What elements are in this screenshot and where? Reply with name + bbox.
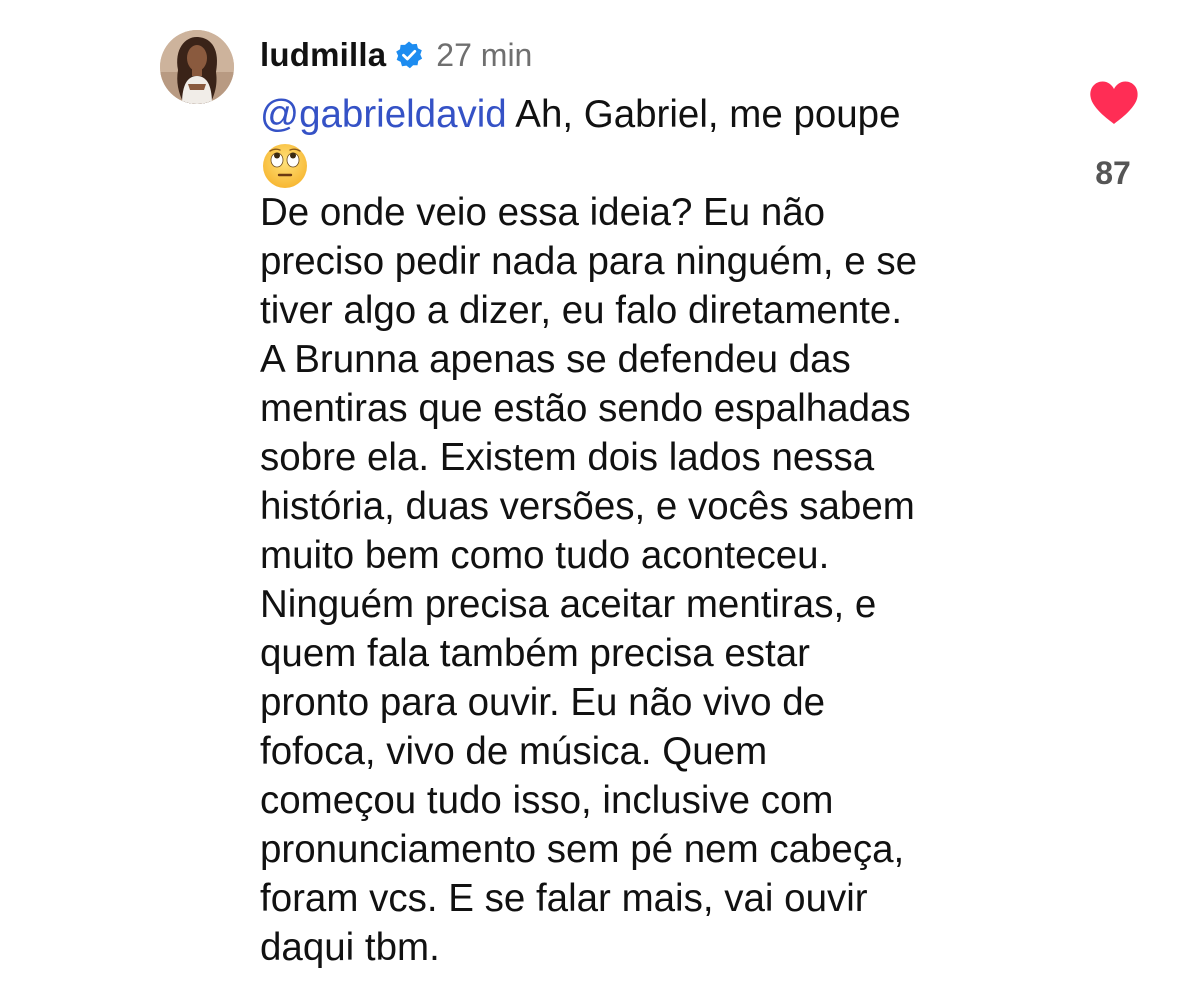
comment-text-line: tiver algo a dizer, eu falo diretamente. bbox=[260, 289, 903, 332]
comment-text-line: muito bem como tudo aconteceu. bbox=[260, 534, 830, 577]
comment-text-line: fofoca, vivo de música. Quem bbox=[260, 730, 768, 773]
comment-text-line: daqui tbm. bbox=[260, 926, 440, 969]
comment-text-line: preciso pedir nada para ninguém, e se bbox=[260, 240, 918, 283]
comment-text-line: sobre ela. Existem dois lados nessa bbox=[260, 436, 875, 479]
comment-header: ludmilla 27 min bbox=[260, 33, 532, 77]
emoji-line bbox=[260, 139, 1050, 188]
timestamp: 27 min bbox=[436, 36, 533, 73]
comment-text: @gabrieldavid Ah, Gabriel, me poupe De o… bbox=[260, 90, 1050, 972]
comment-body: De onde veio essa ideia? Eu não preciso p… bbox=[260, 188, 1050, 972]
comment-text-line: foram vcs. E se falar mais, vai ouvir bbox=[260, 877, 868, 920]
comment-text-line: pronunciamento sem pé nem cabeça, bbox=[260, 828, 905, 871]
comment-text-line: mentiras que estão sendo espalhadas bbox=[260, 387, 911, 430]
avatar[interactable] bbox=[160, 30, 234, 104]
face-with-rolling-eyes-emoji bbox=[260, 141, 310, 191]
mention-link[interactable]: @gabrieldavid bbox=[260, 93, 507, 136]
comment-text-line: história, duas versões, e vocês sabem bbox=[260, 485, 915, 528]
comment: ludmilla 27 min @gabrieldavid Ah, Gabrie… bbox=[0, 0, 1200, 1000]
comment-text-line: A Brunna apenas se defendeu das bbox=[260, 338, 851, 381]
like-count: 87 bbox=[1095, 155, 1131, 191]
like-button[interactable] bbox=[1084, 80, 1144, 126]
comment-text-line: pronto para ouvir. Eu não vivo de bbox=[260, 681, 826, 724]
comment-first-line: @gabrieldavid Ah, Gabriel, me poupe bbox=[260, 90, 1050, 139]
comment-text-line: quem fala também precisa estar bbox=[260, 632, 810, 675]
comment-text-line: De onde veio essa ideia? Eu não bbox=[260, 191, 826, 234]
username[interactable]: ludmilla bbox=[260, 36, 386, 74]
heart-icon[interactable] bbox=[1084, 80, 1144, 126]
comment-first-line-text: Ah, Gabriel, me poupe bbox=[506, 93, 901, 136]
comment-text-line: Ninguém precisa aceitar mentiras, e bbox=[260, 583, 877, 626]
comment-text-line: começou tudo isso, inclusive com bbox=[260, 779, 834, 822]
verified-badge-icon bbox=[394, 40, 424, 70]
